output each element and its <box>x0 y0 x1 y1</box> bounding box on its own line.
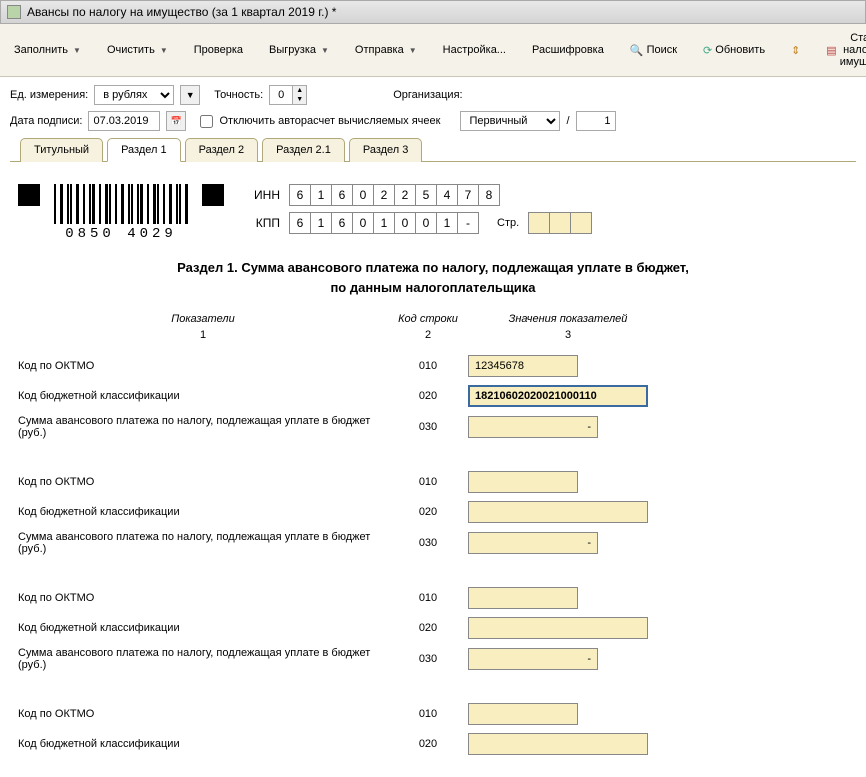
tabs-bar: Титульный Раздел 1 Раздел 2 Раздел 2.1 Р… <box>10 137 856 162</box>
sum-field-3[interactable]: - <box>468 648 598 670</box>
barcode-number: 0850 4029 <box>65 226 177 242</box>
tab-title[interactable]: Титульный <box>20 138 103 162</box>
kbk-field-3[interactable] <box>468 617 648 639</box>
correction-type-select[interactable]: Первичный <box>460 111 560 131</box>
kpp-cells[interactable]: 61601001- <box>290 212 479 234</box>
tab-section21[interactable]: Раздел 2.1 <box>262 138 345 162</box>
spin-up-icon[interactable]: ▲ <box>292 86 306 95</box>
row-kbk: Код бюджетной классификации 020 <box>18 501 848 523</box>
section-title: Раздел 1. Сумма авансового платежа по на… <box>18 258 848 297</box>
oktmo-field-2[interactable] <box>468 471 578 493</box>
tab-section1[interactable]: Раздел 1 <box>107 138 181 162</box>
calendar-button[interactable]: 📅 <box>166 111 186 131</box>
row-kbk: Код бюджетной классификации 020 <box>18 733 848 755</box>
marker-square-right <box>202 184 224 206</box>
oktmo-field-1[interactable]: 12345678 <box>468 355 578 377</box>
decode-button[interactable]: Расшифровка <box>524 40 612 60</box>
oktmo-field-4[interactable] <box>468 703 578 725</box>
row-kbk: Код бюджетной классификации 020 <box>18 617 848 639</box>
oktmo-field-3[interactable] <box>468 587 578 609</box>
chevron-down-icon: ▼ <box>160 46 168 55</box>
org-label: Организация: <box>393 89 462 101</box>
window-title: Авансы по налогу на имущество (за 1 квар… <box>27 5 336 19</box>
refresh-button[interactable]: ⟳Обновить <box>695 40 773 61</box>
precision-input[interactable] <box>270 86 292 104</box>
table-header: Показатели Код строки Значения показател… <box>18 313 848 325</box>
inn-label: ИНН <box>238 188 280 202</box>
sum-field-2[interactable]: - <box>468 532 598 554</box>
inn-cells[interactable]: 6160225478 <box>290 184 500 206</box>
tab-section2[interactable]: Раздел 2 <box>185 138 259 162</box>
row-oktmo: Код по ОКТМО 010 <box>18 703 848 725</box>
table-subheader: 1 2 3 <box>18 329 848 341</box>
disable-autorecalc-checkbox[interactable] <box>200 115 213 128</box>
unit-select[interactable]: в рублях <box>94 85 174 105</box>
fill-button[interactable]: Заполнить▼ <box>6 40 89 60</box>
row-sum: Сумма авансового платежа по налогу, подл… <box>18 531 848 555</box>
clear-button[interactable]: Очистить▼ <box>99 40 176 60</box>
row-oktmo: Код по ОКТМО 010 <box>18 471 848 493</box>
correction-number-input[interactable] <box>576 111 616 131</box>
page-label: Стр. <box>497 217 519 229</box>
upload-button[interactable]: Выгрузка▼ <box>261 40 337 60</box>
window-icon <box>7 5 21 19</box>
row-sum: Сумма авансового платежа по налогу, подл… <box>18 647 848 671</box>
chevron-down-icon: ▼ <box>321 46 329 55</box>
precision-label: Точность: <box>214 89 263 101</box>
signdate-label: Дата подписи: <box>10 115 82 127</box>
precision-spinner[interactable]: ▲▼ <box>269 85 307 105</box>
window-titlebar: Авансы по налогу на имущество (за 1 квар… <box>0 0 866 24</box>
setup-button[interactable]: Настройка... <box>435 40 514 60</box>
expand-button[interactable]: ⇕ <box>783 40 808 61</box>
chevron-down-icon: ▼ <box>409 46 417 55</box>
spin-down-icon[interactable]: ▼ <box>292 95 306 104</box>
check-button[interactable]: Проверка <box>186 40 251 60</box>
main-toolbar: Заполнить▼ Очистить▼ Проверка Выгрузка▼ … <box>0 24 866 77</box>
parameters-panel: Ед. измерения: в рублях ▼ Точность: ▲▼ О… <box>0 77 866 170</box>
percent-icon: ▤ <box>826 44 836 57</box>
kpp-label: КПП <box>238 216 280 230</box>
disable-autorecalc-label: Отключить авторасчет вычисляемых ячеек <box>219 115 440 127</box>
unit-dropdown-btn[interactable]: ▼ <box>180 85 200 105</box>
search-button[interactable]: 🔍Поиск <box>622 40 685 61</box>
sum-field-1[interactable]: - <box>468 416 598 438</box>
kbk-field-2[interactable] <box>468 501 648 523</box>
unit-label: Ед. измерения: <box>10 89 88 101</box>
chevron-down-icon: ▼ <box>73 46 81 55</box>
expand-icon: ⇕ <box>791 44 800 57</box>
row-oktmo: Код по ОКТМО 010 <box>18 587 848 609</box>
section-content: 0850 4029 ИНН 6160225478 КПП 61601001- С… <box>0 170 866 777</box>
row-kbk: Код бюджетной классификации 020 18210602… <box>18 385 848 407</box>
row-sum: Сумма авансового платежа по налогу, подл… <box>18 415 848 439</box>
slash-label: / <box>566 115 569 127</box>
row-oktmo: Код по ОКТМО 010 12345678 <box>18 355 848 377</box>
tax-rates-button[interactable]: ▤Ставки налога на имущество <box>818 28 866 72</box>
page-cells[interactable] <box>529 212 592 234</box>
signdate-input[interactable] <box>88 111 160 131</box>
marker-square-left <box>18 184 40 206</box>
kbk-field-1[interactable]: 18210602020021000110 <box>468 385 648 407</box>
search-icon: 🔍 <box>630 44 644 57</box>
tab-section3[interactable]: Раздел 3 <box>349 138 423 162</box>
send-button[interactable]: Отправка▼ <box>347 40 425 60</box>
refresh-icon: ⟳ <box>703 44 712 57</box>
kbk-field-4[interactable] <box>468 733 648 755</box>
barcode: 0850 4029 <box>54 184 188 242</box>
